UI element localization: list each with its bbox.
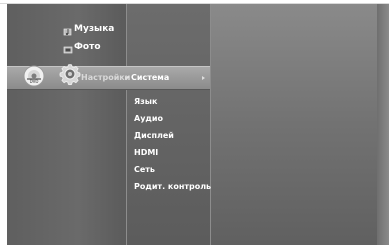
submenu-item[interactable]: Сеть <box>134 164 155 175</box>
column-divider <box>126 4 127 245</box>
menu-item-music[interactable]: Музыка <box>74 24 114 35</box>
submenu-item-label: Родит. контроль <box>134 182 212 191</box>
main-menu-column <box>7 4 126 245</box>
photo-icon <box>63 46 73 54</box>
menu-item-label: Музыка <box>74 24 115 34</box>
submenu-item[interactable]: HDMI <box>134 147 158 158</box>
submenu-item[interactable]: Язык <box>134 96 157 107</box>
gear-icon <box>59 64 81 86</box>
column-divider <box>210 4 211 245</box>
menu-item-photo[interactable]: Фото <box>74 42 101 53</box>
menu-item-label: Настройки <box>81 73 131 82</box>
submenu-item-label: Язык <box>134 97 158 106</box>
submenu-item-label: Дисплей <box>134 131 174 140</box>
disc-icon: DVD <box>23 65 45 87</box>
submenu-selected[interactable]: Система <box>131 72 169 83</box>
submenu-item[interactable]: Родит. контроль <box>134 181 211 192</box>
preview-column <box>210 4 389 245</box>
menu-item-label: Фото <box>74 42 101 52</box>
submenu-item[interactable]: Аудио <box>134 113 163 124</box>
submenu-item-label: Аудио <box>134 114 163 123</box>
menu-item-settings[interactable]: Настройки <box>81 72 130 83</box>
arrow-right-icon <box>202 76 205 80</box>
submenu-selected-label: Система <box>131 73 170 82</box>
submenu-item-label: HDMI <box>134 148 159 157</box>
submenu-column <box>126 4 211 245</box>
bullet-icon <box>127 76 129 78</box>
submenu-item-label: Сеть <box>134 165 155 174</box>
tv-screen: Музыка Фото DVD Настройки Система Язык А… <box>0 0 389 245</box>
music-icon <box>63 28 72 36</box>
submenu-item[interactable]: Дисплей <box>134 130 174 141</box>
svg-text:DVD: DVD <box>30 79 39 84</box>
menu-frame: Музыка Фото DVD Настройки Система Язык А… <box>7 4 389 245</box>
